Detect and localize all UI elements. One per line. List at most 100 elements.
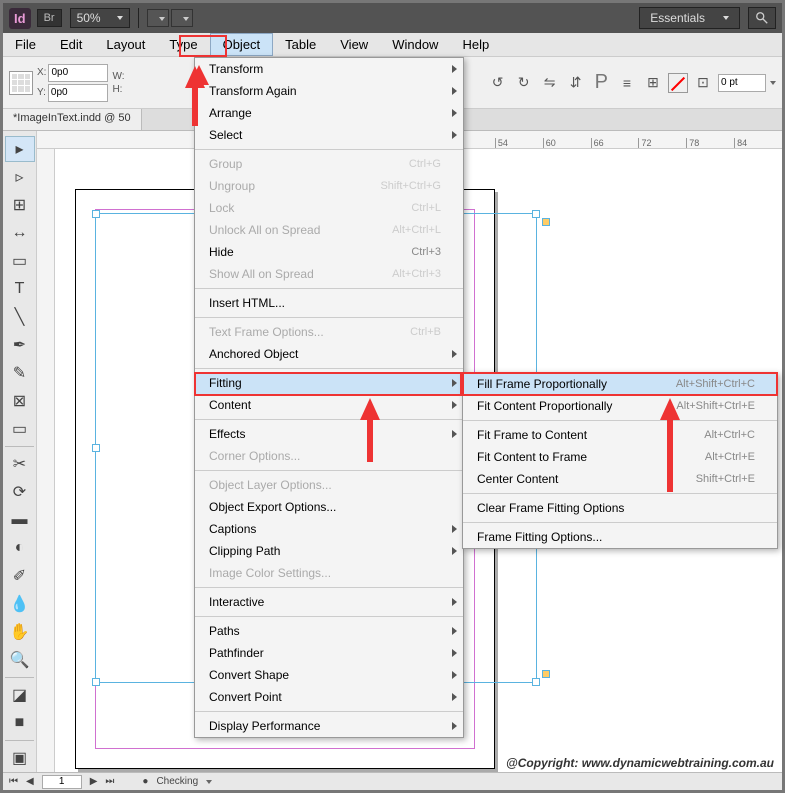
hand-tool[interactable]: ✋ (5, 619, 35, 645)
menu-object[interactable]: Object (210, 33, 274, 56)
stroke-weight-icon: ⊡ (692, 72, 714, 94)
menu-type[interactable]: Type (157, 33, 209, 56)
menu-item-clipping-path[interactable]: Clipping Path (195, 540, 463, 562)
menu-table[interactable]: Table (273, 33, 328, 56)
scissors-tool[interactable]: ✂ (5, 451, 35, 477)
page-tool[interactable]: ⊞ (5, 192, 35, 218)
selection-tool[interactable]: ▸ (5, 136, 35, 162)
submenu-item-fill-frame-proportionally[interactable]: Fill Frame ProportionallyAlt+Shift+Ctrl+… (463, 373, 777, 395)
flip-vertical-icon[interactable]: ⇵ (565, 72, 587, 94)
menu-item-group: GroupCtrl+G (195, 153, 463, 175)
zoom-tool[interactable]: 🔍 (5, 647, 35, 673)
screen-mode-button[interactable] (147, 9, 169, 27)
object-menu-dropdown: TransformTransform AgainArrangeSelect Gro… (194, 57, 464, 738)
menu-item-arrange[interactable]: Arrange (195, 102, 463, 124)
menu-item-paths[interactable]: Paths (195, 620, 463, 642)
page-nav-next-icon[interactable]: ▶ (90, 776, 98, 787)
page-number-input[interactable] (42, 775, 82, 789)
menu-item-show-all-on-spread: Show All on SpreadAlt+Ctrl+3 (195, 263, 463, 285)
bridge-button[interactable]: Br (37, 9, 62, 27)
menu-window[interactable]: Window (380, 33, 450, 56)
gradient-feather-tool[interactable]: ◐ (5, 535, 35, 561)
tools-panel: ▸ ▹ ⊞ ↔ ▭ T ╲ ✒ ✎ ⊠ ▭ ✂ ⟳ ▬ ◐ ✐ 💧 ✋ 🔍 ◪ … (3, 131, 37, 772)
menu-help[interactable]: Help (450, 33, 501, 56)
content-collector-tool[interactable]: ▭ (5, 248, 35, 274)
gap-tool[interactable]: ↔ (5, 220, 35, 246)
submenu-item-clear-frame-fitting-options[interactable]: Clear Frame Fitting Options (463, 497, 777, 519)
search-button[interactable] (748, 7, 776, 29)
reference-point-grid[interactable] (9, 71, 33, 95)
chevron-down-icon[interactable] (770, 81, 776, 85)
rotate-cw-icon[interactable]: ↻ (513, 72, 535, 94)
zoom-level-dropdown[interactable]: 50% (70, 8, 130, 28)
menu-item-convert-shape[interactable]: Convert Shape (195, 664, 463, 686)
menu-item-transform[interactable]: Transform (195, 58, 463, 80)
submenu-item-fit-content-to-frame[interactable]: Fit Content to FrameAlt+Ctrl+E (463, 446, 777, 468)
apply-color-icon[interactable]: ■ (5, 710, 35, 736)
flip-horizontal-icon[interactable]: ⇋ (539, 72, 561, 94)
gradient-swatch-tool[interactable]: ▬ (5, 507, 35, 533)
menu-view[interactable]: View (328, 33, 380, 56)
rotate-ccw-icon[interactable]: ↺ (487, 72, 509, 94)
y-label: Y: (37, 87, 46, 98)
menu-item-effects[interactable]: Effects (195, 423, 463, 445)
stroke-weight-input[interactable] (718, 74, 766, 92)
document-tab[interactable]: *ImageInText.indd @ 50 (3, 109, 142, 130)
menu-item-captions[interactable]: Captions (195, 518, 463, 540)
distribute-icon[interactable]: ⊞ (642, 72, 664, 94)
page-nav-last-icon[interactable]: ⏭ (105, 776, 114, 787)
menu-item-select[interactable]: Select (195, 124, 463, 146)
menu-item-convert-point[interactable]: Convert Point (195, 686, 463, 708)
x-position-input[interactable] (48, 64, 108, 82)
rectangle-tool[interactable]: ▭ (5, 416, 35, 442)
zoom-value: 50% (77, 11, 101, 25)
line-tool[interactable]: ╲ (5, 304, 35, 330)
note-tool[interactable]: ✐ (5, 563, 35, 589)
fill-swatch[interactable] (668, 73, 688, 93)
menu-edit[interactable]: Edit (48, 33, 94, 56)
free-transform-tool[interactable]: ⟳ (5, 479, 35, 505)
fitting-submenu: Fill Frame ProportionallyAlt+Shift+Ctrl+… (462, 372, 778, 549)
menu-item-corner-options: Corner Options... (195, 445, 463, 467)
type-tool[interactable]: T (5, 276, 35, 302)
workspace-switcher[interactable]: Essentials (639, 7, 740, 29)
menu-item-content[interactable]: Content (195, 394, 463, 416)
menu-file[interactable]: File (3, 33, 48, 56)
menu-item-image-color-settings: Image Color Settings... (195, 562, 463, 584)
fill-stroke-toggle[interactable]: ◪ (5, 682, 35, 708)
pencil-tool[interactable]: ✎ (5, 360, 35, 386)
menu-item-display-performance[interactable]: Display Performance (195, 715, 463, 737)
menu-item-interactive[interactable]: Interactive (195, 591, 463, 613)
copyright-text: @Copyright: www.dynamicwebtraining.com.a… (506, 756, 774, 770)
pen-tool[interactable]: ✒ (5, 332, 35, 358)
menu-item-transform-again[interactable]: Transform Again (195, 80, 463, 102)
app-top-bar: Id Br 50% Essentials (3, 3, 782, 33)
menu-bar: File Edit Layout Type Object Table View … (3, 33, 782, 57)
eyedropper-tool[interactable]: 💧 (5, 591, 35, 617)
submenu-item-fit-frame-to-content[interactable]: Fit Frame to ContentAlt+Ctrl+C (463, 424, 777, 446)
menu-item-fitting[interactable]: Fitting (195, 372, 463, 394)
screen-mode-icon[interactable]: ▣ (5, 745, 35, 771)
preflight-status[interactable]: Checking (156, 776, 198, 787)
submenu-item-fit-content-proportionally[interactable]: Fit Content ProportionallyAlt+Shift+Ctrl… (463, 395, 777, 417)
submenu-item-center-content[interactable]: Center ContentShift+Ctrl+E (463, 468, 777, 490)
menu-item-hide[interactable]: HideCtrl+3 (195, 241, 463, 263)
menu-item-insert-html[interactable]: Insert HTML... (195, 292, 463, 314)
align-icon[interactable]: ≡ (616, 72, 638, 94)
page-nav-prev-icon[interactable]: ◀ (26, 776, 34, 787)
app-logo: Id (9, 8, 31, 29)
p-icon: P (595, 71, 608, 94)
arrange-documents-button[interactable] (171, 9, 193, 27)
direct-selection-tool[interactable]: ▹ (5, 164, 35, 190)
rectangle-frame-tool[interactable]: ⊠ (5, 388, 35, 414)
vertical-ruler (37, 149, 55, 772)
menu-item-object-export-options[interactable]: Object Export Options... (195, 496, 463, 518)
chevron-down-icon[interactable] (206, 780, 212, 784)
page-nav-first-icon[interactable]: ⏮ (9, 776, 18, 787)
menu-item-pathfinder[interactable]: Pathfinder (195, 642, 463, 664)
y-position-input[interactable] (48, 84, 108, 102)
submenu-item-frame-fitting-options[interactable]: Frame Fitting Options... (463, 526, 777, 548)
menu-layout[interactable]: Layout (94, 33, 157, 56)
menu-item-anchored-object[interactable]: Anchored Object (195, 343, 463, 365)
w-label: W: (112, 71, 124, 82)
